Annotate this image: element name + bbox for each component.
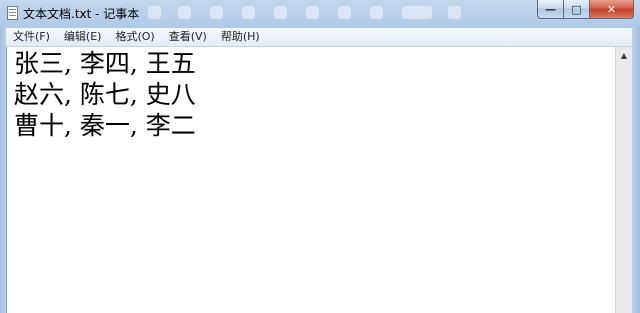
menu-file[interactable]: 文件(F): [6, 28, 57, 46]
text-line[interactable]: 张三, 李四, 王五: [14, 49, 196, 79]
ghost-icon: [448, 6, 461, 19]
ghost-icon: [402, 6, 432, 19]
ghost-icon: [338, 6, 351, 19]
ghost-icon: [306, 6, 319, 19]
title-bar[interactable]: 文本文档.txt - 记事本 — □ ✕: [0, 0, 640, 26]
ghost-icon: [210, 6, 223, 19]
ghost-icon: [274, 6, 287, 19]
text-editor-area[interactable]: 张三, 李四, 王五 赵六, 陈七, 史八 曹十, 秦一, 李二: [6, 47, 615, 313]
close-button[interactable]: ✕: [590, 0, 634, 19]
text-line[interactable]: 赵六, 陈七, 史八: [14, 80, 196, 110]
ghost-icon: [242, 6, 255, 19]
ghost-icon: [178, 6, 191, 19]
vertical-scrollbar[interactable]: ▲: [615, 47, 632, 313]
menu-bar: 文件(F) 编辑(E) 格式(O) 查看(V) 帮助(H): [6, 28, 632, 47]
ghost-icon: [148, 6, 161, 19]
notepad-window: 文本文档.txt - 记事本 — □ ✕ 文件(F) 编辑(E) 格式(O) 查…: [0, 0, 640, 313]
window-title: 文本文档.txt - 记事本: [23, 7, 140, 21]
notepad-icon[interactable]: [7, 6, 18, 20]
text-line[interactable]: 曹十, 秦一, 李二: [14, 111, 196, 141]
menu-view[interactable]: 查看(V): [162, 28, 214, 46]
menu-format[interactable]: 格式(O): [108, 28, 161, 46]
ghost-icon: [370, 6, 383, 19]
maximize-button[interactable]: □: [564, 0, 590, 19]
window-right-border: [632, 26, 640, 313]
minimize-button[interactable]: —: [537, 0, 564, 19]
menu-help[interactable]: 帮助(H): [214, 28, 267, 46]
window-controls: — □ ✕: [537, 0, 634, 20]
scroll-up-icon[interactable]: ▲: [616, 47, 632, 63]
menu-edit[interactable]: 编辑(E): [57, 28, 109, 46]
